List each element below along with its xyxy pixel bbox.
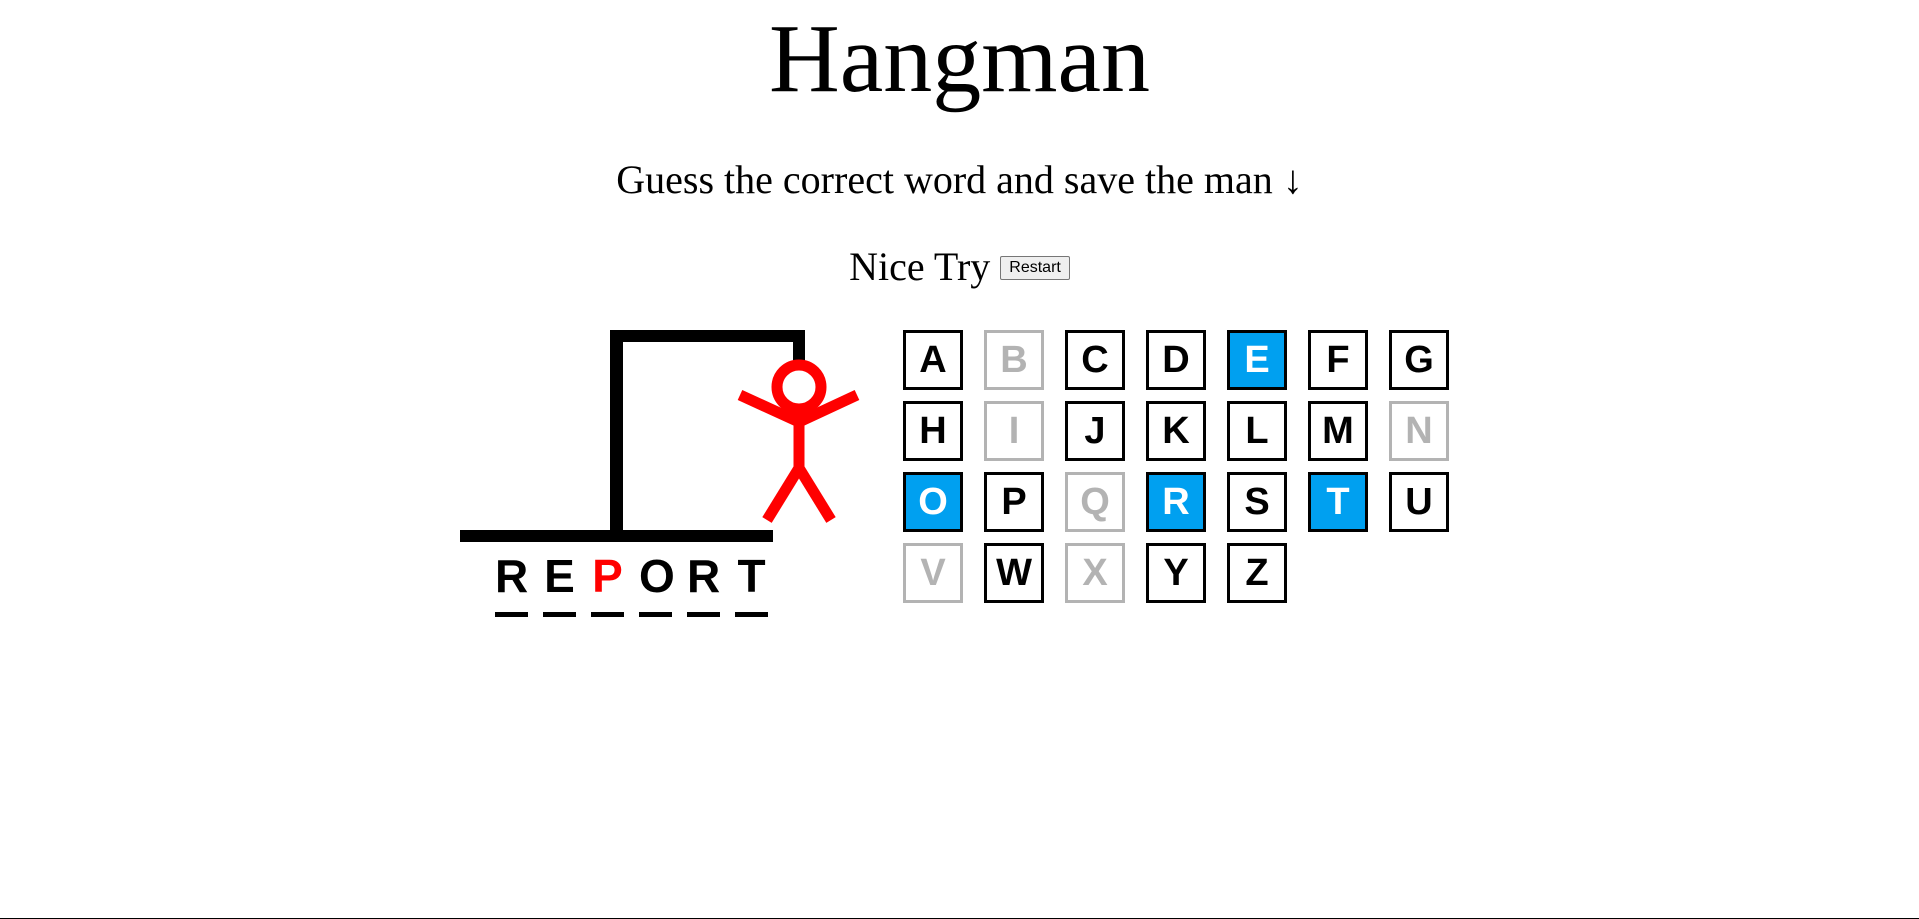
key-n[interactable]: N (1389, 401, 1449, 461)
man-left-leg (762, 465, 804, 523)
gallows (460, 330, 805, 542)
word-underline (495, 612, 528, 617)
key-o[interactable]: O (903, 472, 963, 532)
status-message: Nice Try (849, 244, 991, 289)
word-slot: R (495, 548, 528, 618)
gallows-beam (610, 330, 805, 342)
key-l[interactable]: L (1227, 401, 1287, 461)
word-underline (687, 612, 720, 617)
word-underline (639, 612, 672, 617)
word-slot: P (591, 548, 624, 618)
key-b[interactable]: B (984, 330, 1044, 390)
key-w[interactable]: W (984, 543, 1044, 603)
key-g[interactable]: G (1389, 330, 1449, 390)
key-m[interactable]: M (1308, 401, 1368, 461)
key-q[interactable]: Q (1065, 472, 1125, 532)
key-p[interactable]: P (984, 472, 1044, 532)
key-h[interactable]: H (903, 401, 963, 461)
key-i[interactable]: I (984, 401, 1044, 461)
man-right-leg (794, 465, 836, 523)
word-display: REPORT (495, 548, 775, 618)
word-underline (591, 612, 624, 617)
key-c[interactable]: C (1065, 330, 1125, 390)
word-underline (735, 612, 768, 617)
key-d[interactable]: D (1146, 330, 1206, 390)
word-slot: E (543, 548, 576, 618)
status-row: Nice Try Restart (0, 242, 1919, 292)
word-letter: T (737, 550, 766, 602)
key-k[interactable]: K (1146, 401, 1206, 461)
key-e[interactable]: E (1227, 330, 1287, 390)
restart-button[interactable]: Restart (1000, 255, 1070, 280)
man-head (771, 359, 827, 415)
key-x[interactable]: X (1065, 543, 1125, 603)
key-u[interactable]: U (1389, 472, 1449, 532)
key-y[interactable]: Y (1146, 543, 1206, 603)
key-t[interactable]: T (1308, 472, 1368, 532)
word-slot: R (687, 548, 720, 618)
key-j[interactable]: J (1065, 401, 1125, 461)
word-slot: T (735, 548, 768, 618)
page-title: Hangman (769, 5, 1150, 113)
gallows-post (610, 330, 623, 535)
hanged-man (737, 359, 860, 523)
word-letter: E (544, 550, 575, 602)
word-letter: P (592, 550, 623, 602)
key-z[interactable]: Z (1227, 543, 1287, 603)
key-v[interactable]: V (903, 543, 963, 603)
instructions-text: Guess the correct word and save the man … (616, 157, 1303, 202)
key-r[interactable]: R (1146, 472, 1206, 532)
word-letter: O (639, 550, 675, 602)
key-f[interactable]: F (1308, 330, 1368, 390)
key-s[interactable]: S (1227, 472, 1287, 532)
word-underline (543, 612, 576, 617)
key-a[interactable]: A (903, 330, 963, 390)
word-slot: O (639, 548, 675, 618)
word-letter: R (495, 550, 529, 602)
word-letter: R (687, 550, 721, 602)
